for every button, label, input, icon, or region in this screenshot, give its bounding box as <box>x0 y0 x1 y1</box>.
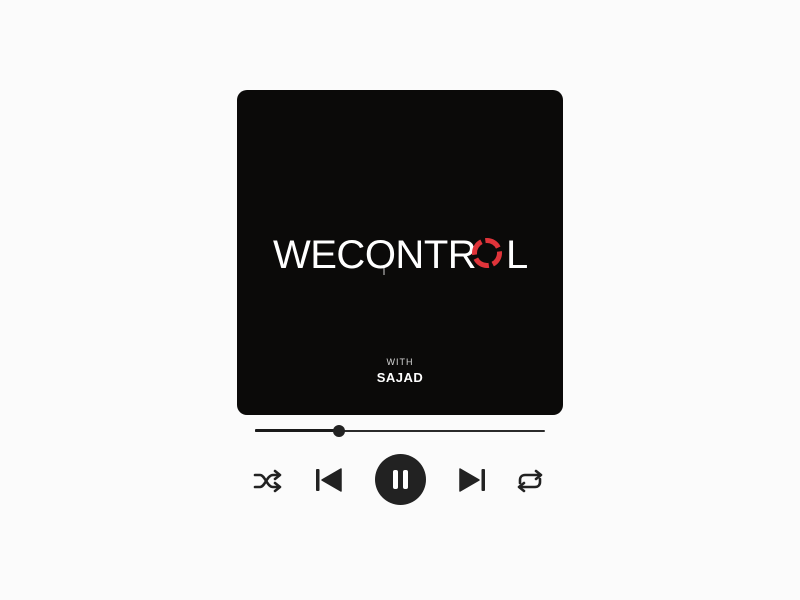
skip-previous-icon <box>316 468 342 492</box>
pause-icon <box>393 470 408 489</box>
pause-button[interactable] <box>375 454 426 505</box>
music-player: WECONTR L WITH SAJAD <box>0 0 800 600</box>
logo-text-left: WECONTR <box>273 233 476 277</box>
progress-bar[interactable] <box>255 424 545 438</box>
host-name: SAJAD <box>376 370 424 385</box>
with-label: WITH <box>386 357 414 367</box>
previous-button[interactable] <box>313 465 343 495</box>
wecontrol-logo: WECONTR L <box>273 233 528 277</box>
repeat-button[interactable] <box>514 467 546 495</box>
progress-fill <box>255 429 339 432</box>
lifebuoy-icon <box>472 238 502 268</box>
shuffle-button[interactable] <box>253 467 283 495</box>
repeat-icon <box>517 469 543 493</box>
next-button[interactable] <box>458 465 488 495</box>
progress-thumb[interactable] <box>333 425 345 437</box>
album-artwork: WECONTR L WITH SAJAD <box>237 90 563 415</box>
shuffle-icon <box>253 469 282 493</box>
logo-text-right: L <box>506 233 528 277</box>
skip-next-icon <box>459 468 485 492</box>
